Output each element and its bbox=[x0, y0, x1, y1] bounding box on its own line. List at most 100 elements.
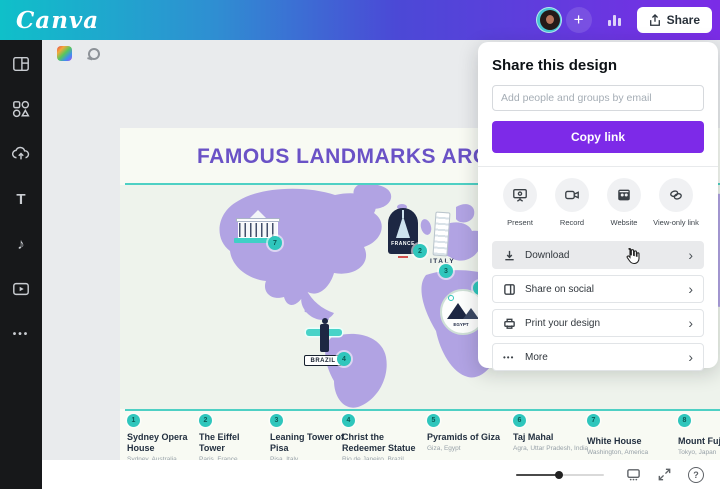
avatar[interactable] bbox=[536, 7, 562, 33]
map-marker-7: 7 bbox=[268, 236, 282, 250]
legend-name: Pyramids of Giza bbox=[427, 432, 511, 443]
print-your-design-label: Print your design bbox=[525, 318, 679, 329]
canva-app-window: Canva + Share bbox=[0, 0, 720, 489]
eiffel-tower-shape bbox=[396, 216, 410, 238]
legend-number: 2 bbox=[199, 414, 212, 427]
record-label: Record bbox=[560, 218, 584, 227]
pages-grid-icon bbox=[626, 467, 641, 482]
legend-location: Tokyo, Japan bbox=[678, 449, 720, 456]
list-item: 4 Christ the Redeemer Statue Rio de Jane… bbox=[342, 414, 428, 463]
share-button-label: Share bbox=[667, 13, 700, 27]
map-marker-4: 4 bbox=[337, 352, 351, 366]
legend-name: Mount Fuji, bbox=[678, 436, 720, 447]
france-flag-mark bbox=[398, 256, 408, 258]
fullscreen-icon bbox=[657, 467, 672, 482]
map-marker-2: 2 bbox=[413, 244, 427, 258]
templates-icon[interactable] bbox=[11, 54, 31, 74]
zoom-slider-fill bbox=[516, 474, 558, 476]
website-button[interactable]: Website bbox=[598, 178, 650, 227]
pisa-tower-shape bbox=[432, 212, 450, 257]
share-button[interactable]: Share bbox=[637, 7, 712, 33]
legend-location: Agra, Uttar Pradesh, India bbox=[513, 445, 585, 452]
color-swatch-icon[interactable] bbox=[57, 46, 72, 61]
legend-location: Washington, America bbox=[587, 449, 659, 456]
present-label: Present bbox=[507, 218, 533, 227]
chart-bar bbox=[618, 18, 621, 26]
share-on-social-label: Share on social bbox=[525, 284, 679, 295]
insights-chart-icon[interactable] bbox=[608, 14, 621, 26]
list-item: 1 Sydney Opera House Sydney, Australia bbox=[127, 414, 191, 463]
chevron-right-icon: › bbox=[688, 316, 693, 330]
download-icon bbox=[503, 249, 516, 262]
bottom-status-bar: ? bbox=[42, 460, 720, 489]
pisa-tower-illustration: ITALY bbox=[434, 212, 454, 270]
list-item: 6 Taj Mahal Agra, Uttar Pradesh, India bbox=[513, 414, 585, 452]
legend-name: Leaning Tower of Pisa bbox=[270, 432, 346, 454]
present-button[interactable]: Present bbox=[494, 178, 546, 227]
chart-bar bbox=[613, 15, 616, 26]
share-on-social-menu-item[interactable]: Share on social › bbox=[492, 275, 704, 303]
top-header-bar: Canva + Share bbox=[0, 0, 720, 40]
list-item: 7 White House Washington, America bbox=[587, 414, 659, 456]
zoom-slider-thumb[interactable] bbox=[555, 471, 563, 479]
legend-number: 1 bbox=[127, 414, 140, 427]
legend-name: Christ the Redeemer Statue bbox=[342, 432, 428, 454]
legend-name: Sydney Opera House bbox=[127, 432, 191, 454]
chevron-right-icon: › bbox=[688, 248, 693, 262]
legend-location: Giza, Egypt bbox=[427, 445, 511, 452]
elements-icon[interactable] bbox=[11, 99, 31, 119]
more-icon[interactable]: ••• bbox=[11, 324, 31, 344]
list-item: 8 Mount Fuji, Tokyo, Japan bbox=[678, 414, 720, 456]
upload-icon bbox=[649, 14, 661, 27]
website-label: Website bbox=[611, 218, 638, 227]
zoom-slider[interactable] bbox=[516, 470, 604, 480]
fullscreen-button[interactable] bbox=[657, 467, 672, 482]
record-button[interactable]: Record bbox=[546, 178, 598, 227]
view-only-link-button[interactable]: View-only link bbox=[650, 178, 702, 227]
legend-name: Taj Mahal bbox=[513, 432, 585, 443]
legend-number: 6 bbox=[513, 414, 526, 427]
uploads-icon[interactable] bbox=[11, 144, 31, 164]
white-house-pediment bbox=[250, 210, 266, 218]
eyedropper-icon[interactable] bbox=[86, 46, 101, 61]
list-item: 2 The Eiffel Tower Paris, France bbox=[199, 414, 257, 463]
print-your-design-menu-item[interactable]: Print your design › bbox=[492, 309, 704, 337]
share-menu: Download › Share on social › Print your … bbox=[492, 241, 704, 371]
text-icon[interactable]: T bbox=[11, 189, 31, 209]
download-menu-item[interactable]: Download › bbox=[492, 241, 704, 269]
quick-actions-row: Present Record Website View-only link bbox=[492, 178, 704, 227]
copy-link-button[interactable]: Copy link bbox=[492, 121, 704, 153]
chevron-right-icon: › bbox=[688, 350, 693, 364]
canva-logo[interactable]: Canva bbox=[16, 7, 99, 34]
share-panel-title: Share this design bbox=[492, 57, 704, 74]
add-team-member-button[interactable]: + bbox=[566, 7, 592, 33]
video-icon[interactable] bbox=[11, 279, 31, 299]
legend-number: 7 bbox=[587, 414, 600, 427]
audio-icon[interactable]: ♪ bbox=[11, 234, 31, 254]
map-marker-3: 3 bbox=[439, 264, 453, 278]
egypt-label: EGYPT bbox=[440, 322, 482, 327]
legend-number: 5 bbox=[427, 414, 440, 427]
statue-head bbox=[322, 318, 328, 324]
more-label: More bbox=[525, 352, 679, 363]
egypt-sun bbox=[448, 295, 454, 301]
legend-name: The Eiffel Tower bbox=[199, 432, 257, 454]
record-icon bbox=[555, 178, 589, 212]
social-icon bbox=[503, 283, 516, 296]
share-email-input[interactable] bbox=[492, 85, 704, 111]
view-only-link-label: View-only link bbox=[653, 218, 699, 227]
chart-bar bbox=[608, 20, 611, 26]
more-menu-item[interactable]: ••• More › bbox=[492, 343, 704, 371]
legend-number: 8 bbox=[678, 414, 691, 427]
legend-name: White House bbox=[587, 436, 659, 447]
pages-grid-button[interactable] bbox=[626, 467, 641, 482]
panel-divider bbox=[478, 166, 718, 167]
cursor-pointer-icon bbox=[622, 245, 642, 267]
list-item: 3 Leaning Tower of Pisa Pisa, Italy bbox=[270, 414, 346, 463]
legend-number: 3 bbox=[270, 414, 283, 427]
legend-number: 4 bbox=[342, 414, 355, 427]
website-icon bbox=[607, 178, 641, 212]
ellipsis-icon: ••• bbox=[503, 353, 516, 362]
list-item: 5 Pyramids of Giza Giza, Egypt bbox=[427, 414, 511, 452]
help-button[interactable]: ? bbox=[688, 467, 704, 483]
